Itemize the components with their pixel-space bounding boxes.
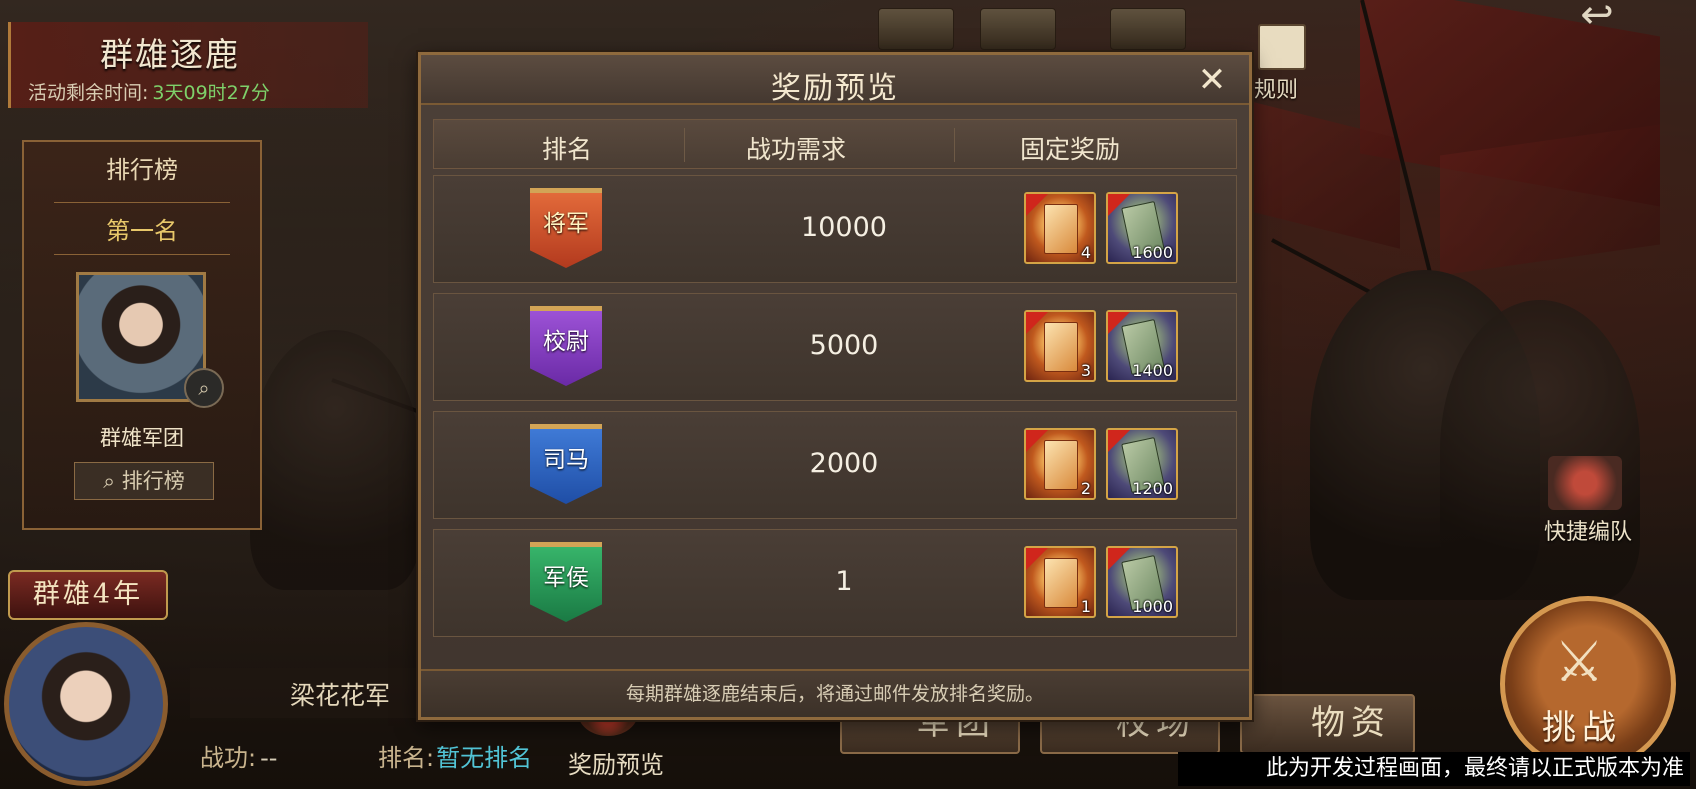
table-row: 将军 10000 4 1600 — [433, 175, 1237, 283]
close-icon[interactable]: ✕ — [1193, 61, 1231, 99]
reward-preview-button[interactable]: 奖励预览 — [568, 745, 664, 780]
item-art — [1044, 204, 1078, 254]
item-count: 1600 — [1132, 243, 1173, 262]
player-avatar[interactable] — [4, 622, 168, 786]
table-row: 校尉 5000 3 1400 — [433, 293, 1237, 401]
quick-formation-button[interactable]: 快捷编队 — [1544, 514, 1632, 546]
modal-title: 奖励预览 — [771, 71, 899, 106]
tab-supplies[interactable]: 物资 — [1240, 694, 1415, 754]
rank-value: 暂无排名 — [436, 744, 533, 772]
item-count: 4 — [1080, 243, 1091, 262]
item-count: 2 — [1080, 479, 1091, 498]
item-art — [1044, 558, 1078, 608]
merit-value: -- — [260, 744, 278, 772]
item-count: 1 — [1080, 597, 1091, 616]
table-header: 排名 战功需求 固定奖励 — [433, 119, 1237, 169]
scroll-icon[interactable]: 1000 — [1106, 546, 1178, 618]
rank-banner: 司马 — [530, 424, 602, 504]
challenge-label: 挑战 — [1542, 708, 1622, 748]
column-divider — [684, 128, 685, 162]
first-place-label: 第一名 — [54, 202, 230, 255]
player-merit: 战功: -- — [200, 738, 277, 773]
merit-requirement: 2000 — [809, 448, 879, 479]
table-row: 司马 2000 2 1200 — [433, 411, 1237, 519]
item-art — [1044, 322, 1078, 372]
item-count: 3 — [1080, 361, 1091, 380]
reward-preview-modal: 奖励预览 ✕ 排名 战功需求 固定奖励 将军 10000 4 1600 校尉 5… — [418, 52, 1252, 720]
item-art — [1044, 440, 1078, 490]
item-count: 1400 — [1132, 361, 1173, 380]
modal-titlebar: 奖励预览 ✕ — [421, 55, 1249, 106]
red-book-icon[interactable]: 1 — [1024, 546, 1096, 618]
column-header-requirement: 战功需求 — [746, 135, 847, 164]
table-row: 军侯 1 1 1000 — [433, 529, 1237, 637]
column-divider — [954, 128, 955, 162]
rank-banner: 将军 — [530, 188, 602, 268]
item-count: 1200 — [1132, 479, 1173, 498]
merit-label: 战功: — [200, 744, 257, 772]
top-team-name: 群雄军团 — [100, 426, 184, 450]
search-icon: ⌕ — [103, 469, 122, 493]
year-badge: 群雄4年 — [8, 570, 168, 620]
player-rank: 排名:暂无排名 — [378, 738, 532, 773]
column-header-rewards: 固定奖励 — [1020, 135, 1121, 164]
scroll-icon[interactable]: 1600 — [1106, 192, 1178, 264]
red-book-icon[interactable]: 2 — [1024, 428, 1096, 500]
quick-formation-icon[interactable] — [1548, 456, 1622, 510]
remaining-time-value: 3天09时27分 — [152, 82, 270, 104]
rules-book-icon[interactable] — [1258, 24, 1306, 70]
ranking-header: 排行榜 — [106, 156, 178, 184]
scroll-icon[interactable]: 1200 — [1106, 428, 1178, 500]
scroll-icon[interactable]: 1400 — [1106, 310, 1178, 382]
merit-requirement: 1 — [835, 566, 853, 597]
ranking-button-label: 排行榜 — [121, 469, 185, 493]
back-arrow-icon[interactable]: ↩ — [1568, 0, 1626, 38]
red-book-icon[interactable]: 4 — [1024, 192, 1096, 264]
modal-footer-note: 每期群雄逐鹿结束后，将通过邮件发放排名奖励。 — [421, 669, 1249, 717]
rank-label: 排名: — [378, 744, 435, 772]
remaining-time-label: 活动剩余时间: — [28, 82, 149, 104]
event-title: 群雄逐鹿 — [100, 35, 240, 74]
player-name: 梁花花军 — [290, 681, 391, 710]
ranking-button[interactable]: ⌕ 排行榜 — [74, 462, 214, 500]
item-count: 1000 — [1132, 597, 1173, 616]
development-notice: 此为开发过程画面，最终请以正式版本为准 — [1178, 752, 1690, 786]
merit-requirement: 5000 — [809, 330, 879, 361]
search-icon[interactable]: ⌕ — [184, 368, 224, 408]
event-remaining-time: 活动剩余时间: 3天09时27分 — [28, 78, 270, 105]
rank-banner: 军侯 — [530, 542, 602, 622]
merit-requirement: 10000 — [801, 212, 887, 243]
crossed-swords-icon: ⚔ — [1554, 630, 1605, 695]
rank-banner: 校尉 — [530, 306, 602, 386]
ranking-panel: 排行榜 第一名 ⌕ 群雄军团 ⌕ 排行榜 — [22, 140, 262, 530]
column-header-rank: 排名 — [542, 135, 593, 164]
rules-button[interactable]: 规则 — [1254, 72, 1298, 104]
red-book-icon[interactable]: 3 — [1024, 310, 1096, 382]
